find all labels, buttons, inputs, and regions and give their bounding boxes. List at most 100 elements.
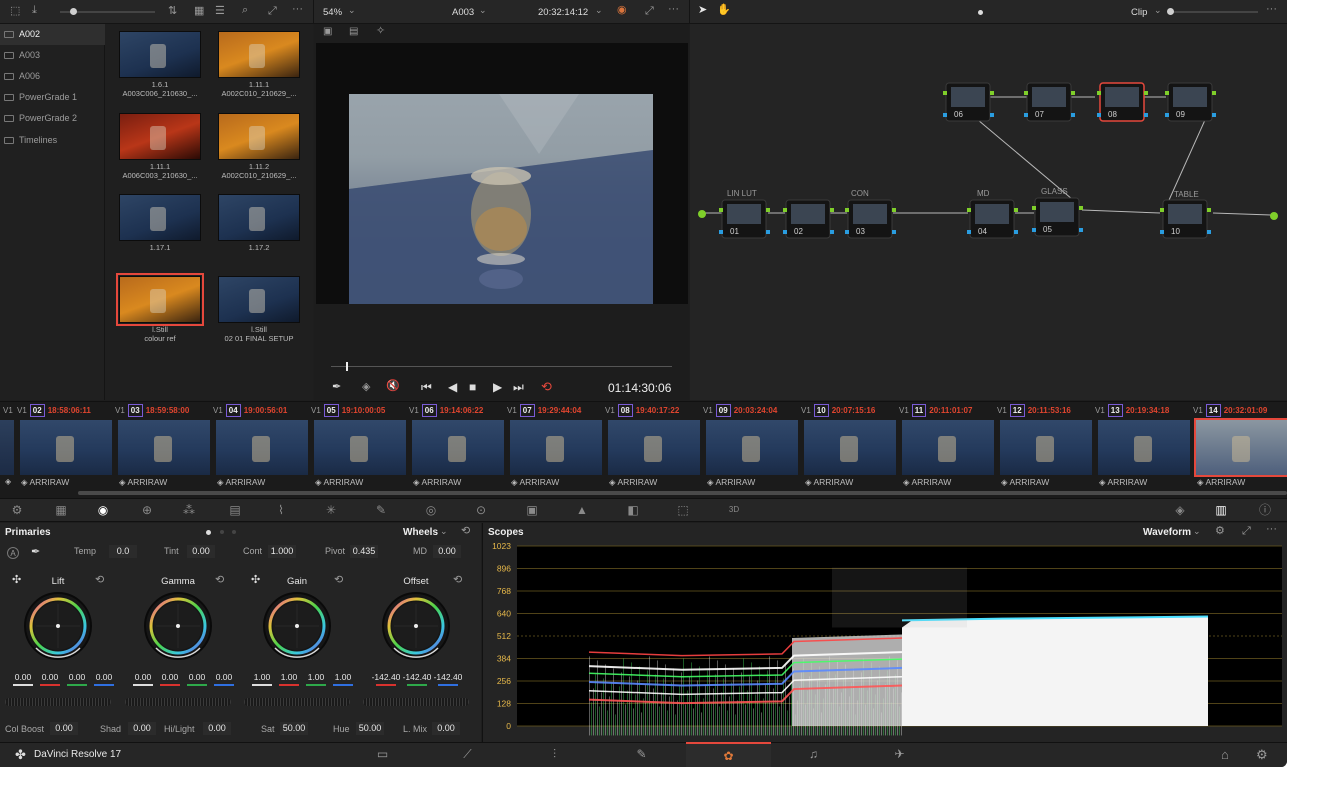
node-09[interactable]: 09 (1165, 82, 1216, 122)
node-zoom-dot[interactable] (978, 10, 983, 15)
tracker-icon[interactable]: ⊙ (470, 500, 492, 520)
timeline-scrollbar[interactable] (78, 491, 1287, 495)
color-wheel[interactable] (380, 590, 452, 662)
wheel-value[interactable]: -142.40 (401, 672, 433, 686)
adjust-value[interactable]: 0.00 (128, 722, 156, 735)
reset-icon[interactable]: ⟲ (461, 526, 470, 537)
wheel-value[interactable]: 0.00 (130, 672, 156, 686)
primaries-icon[interactable]: ◉ (92, 500, 114, 520)
color-wheel[interactable] (22, 590, 94, 662)
adjust-value[interactable]: 0.0 (109, 545, 137, 558)
wheel-value[interactable]: -142.40 (370, 672, 402, 686)
hand-icon[interactable]: ✋ (717, 5, 731, 16)
gallery-still[interactable]: 1.17.2 (218, 194, 300, 252)
still-thumbnail[interactable] (218, 194, 300, 241)
loop-icon[interactable]: ⟲ (541, 380, 552, 393)
adjust-value[interactable]: 0.00 (433, 545, 461, 558)
timeline-clip[interactable]: V1 03 18:59:58:00 ◈ ARRIRAW (115, 404, 213, 491)
still-thumbnail[interactable] (119, 113, 201, 160)
gallery-still[interactable]: l.Still colour ref (116, 273, 204, 343)
album-item[interactable]: PowerGrade 1 (0, 87, 105, 108)
wheel-value[interactable]: 1.00 (276, 672, 302, 686)
wheel-value[interactable]: 0.00 (10, 672, 36, 686)
wheel-picker-icon[interactable]: ✣ (12, 575, 21, 586)
timeline-clip[interactable]: V1 13 20:19:34:18 ◈ ARRIRAW (1095, 404, 1193, 491)
clip-thumbnail[interactable] (314, 420, 406, 475)
motion-effects-icon[interactable]: ▤ (224, 500, 246, 520)
search-icon[interactable]: ⌕ (242, 5, 248, 16)
wheel-master-dial[interactable] (244, 698, 350, 706)
3d-icon[interactable]: 3D (723, 500, 745, 520)
scope-expand-icon[interactable]: ⤢ (1242, 526, 1251, 537)
eyedropper-icon[interactable]: ✒ (332, 382, 341, 393)
adjust-value[interactable]: 50.00 (280, 722, 308, 735)
clip-thumbnail[interactable] (1098, 420, 1190, 475)
settings-icon[interactable]: ⚙ (1256, 748, 1268, 761)
still-thumbnail[interactable] (116, 273, 204, 326)
node-more-icon[interactable]: ··· (1266, 4, 1277, 15)
magic-wand-icon[interactable]: ✧ (376, 26, 385, 37)
stop-icon[interactable]: ■ (469, 381, 476, 393)
adjust-value[interactable]: 1.000 (268, 545, 296, 558)
mute-icon[interactable]: 🔇 (386, 381, 400, 392)
eyedropper-icon[interactable]: ✒ (31, 547, 40, 558)
still-thumbnail[interactable] (119, 194, 201, 241)
wheel-value[interactable]: 0.00 (184, 672, 210, 686)
mode-chevron-icon[interactable]: ⌄ (440, 527, 448, 536)
clip-thumbnail[interactable] (804, 420, 896, 475)
media-page-icon[interactable]: ▭ (340, 742, 425, 767)
wheel-value[interactable]: 0.00 (37, 672, 63, 686)
info-icon[interactable]: ⓘ (1254, 500, 1276, 520)
color-warper-icon[interactable]: ✳ (320, 500, 342, 520)
download-icon[interactable]: ⤓ (32, 5, 37, 16)
clip-thumbnail[interactable] (412, 420, 504, 475)
node-graph[interactable]: LIN LUT CON MD GLASS TABLE 06 07 08 09 01 02 0… (690, 24, 1287, 400)
clip-thumbnail[interactable] (118, 420, 210, 475)
timeline-clip[interactable]: V1 04 19:00:56:01 ◈ ARRIRAW (213, 404, 311, 491)
wheel-master-dial[interactable] (125, 698, 231, 706)
list-view-icon[interactable]: ☰ (215, 6, 225, 17)
timecode-dropdown-chevron-icon[interactable]: ⌄ (595, 6, 603, 15)
node-02[interactable]: 02 (783, 199, 834, 239)
node-zoom-knob[interactable] (1167, 8, 1174, 15)
import-icon[interactable]: ⬚ (10, 6, 20, 17)
wheel-value[interactable]: -142.40 (432, 672, 464, 686)
sort-icon[interactable]: ⇅ (168, 6, 177, 17)
qualifier-icon[interactable]: ✎ (370, 500, 392, 520)
slider-knob[interactable] (70, 8, 77, 15)
wheel-reset-icon[interactable]: ⟲ (334, 575, 343, 586)
timeline-clip[interactable]: V1 07 19:29:44:04 ◈ ARRIRAW (507, 404, 605, 491)
still-thumbnail[interactable] (218, 113, 300, 160)
gallery-still[interactable]: 1.11.1 A006C003_210630_... (119, 113, 201, 180)
adjust-value[interactable]: 0.00 (203, 722, 231, 735)
hdr-icon[interactable]: ⊕ (136, 500, 158, 520)
adjust-value[interactable]: 0.435 (350, 545, 378, 558)
album-item[interactable]: A002 (0, 24, 105, 45)
node-07[interactable]: 07 (1024, 82, 1075, 122)
auto-balance-icon[interactable]: A (7, 547, 19, 559)
step-back-icon[interactable]: ◀ (448, 381, 457, 393)
wheel-picker-icon[interactable]: ✣ (251, 575, 260, 586)
scrubber-playhead[interactable] (346, 362, 348, 371)
clip-thumbnail[interactable] (1000, 420, 1092, 475)
lightbox-icon[interactable]: ◈ (1169, 500, 1191, 520)
clip-thumbnail[interactable] (608, 420, 700, 475)
viewer-scrubber[interactable] (331, 366, 672, 367)
color-page-icon[interactable]: ✿ (686, 742, 771, 767)
timeline-clip[interactable]: V1 08 19:40:17:22 ◈ ARRIRAW (605, 404, 703, 491)
fairlight-page-icon[interactable]: ♫ (771, 742, 856, 767)
page-dot[interactable] (206, 530, 211, 535)
node-mode-label[interactable]: Clip (1131, 7, 1147, 18)
window-icon[interactable]: ◎ (420, 500, 442, 520)
key-icon[interactable]: ◧ (622, 500, 644, 520)
node-10[interactable]: 10 (1160, 199, 1211, 239)
deliver-page-icon[interactable]: ✈ (857, 742, 942, 767)
split-view-icon[interactable]: ▤ (349, 27, 358, 37)
play-icon[interactable]: ▶ (493, 381, 502, 393)
color-match-icon[interactable]: ▦ (50, 500, 72, 520)
viewer-expand-icon[interactable]: ⤢ (645, 6, 654, 17)
viewer-zoom[interactable]: 54% (323, 7, 342, 18)
viewer-more-icon[interactable]: ··· (668, 4, 679, 15)
album-item[interactable]: Timelines (0, 130, 105, 151)
timeline-clip[interactable]: V1 09 20:03:24:04 ◈ ARRIRAW (703, 404, 801, 491)
